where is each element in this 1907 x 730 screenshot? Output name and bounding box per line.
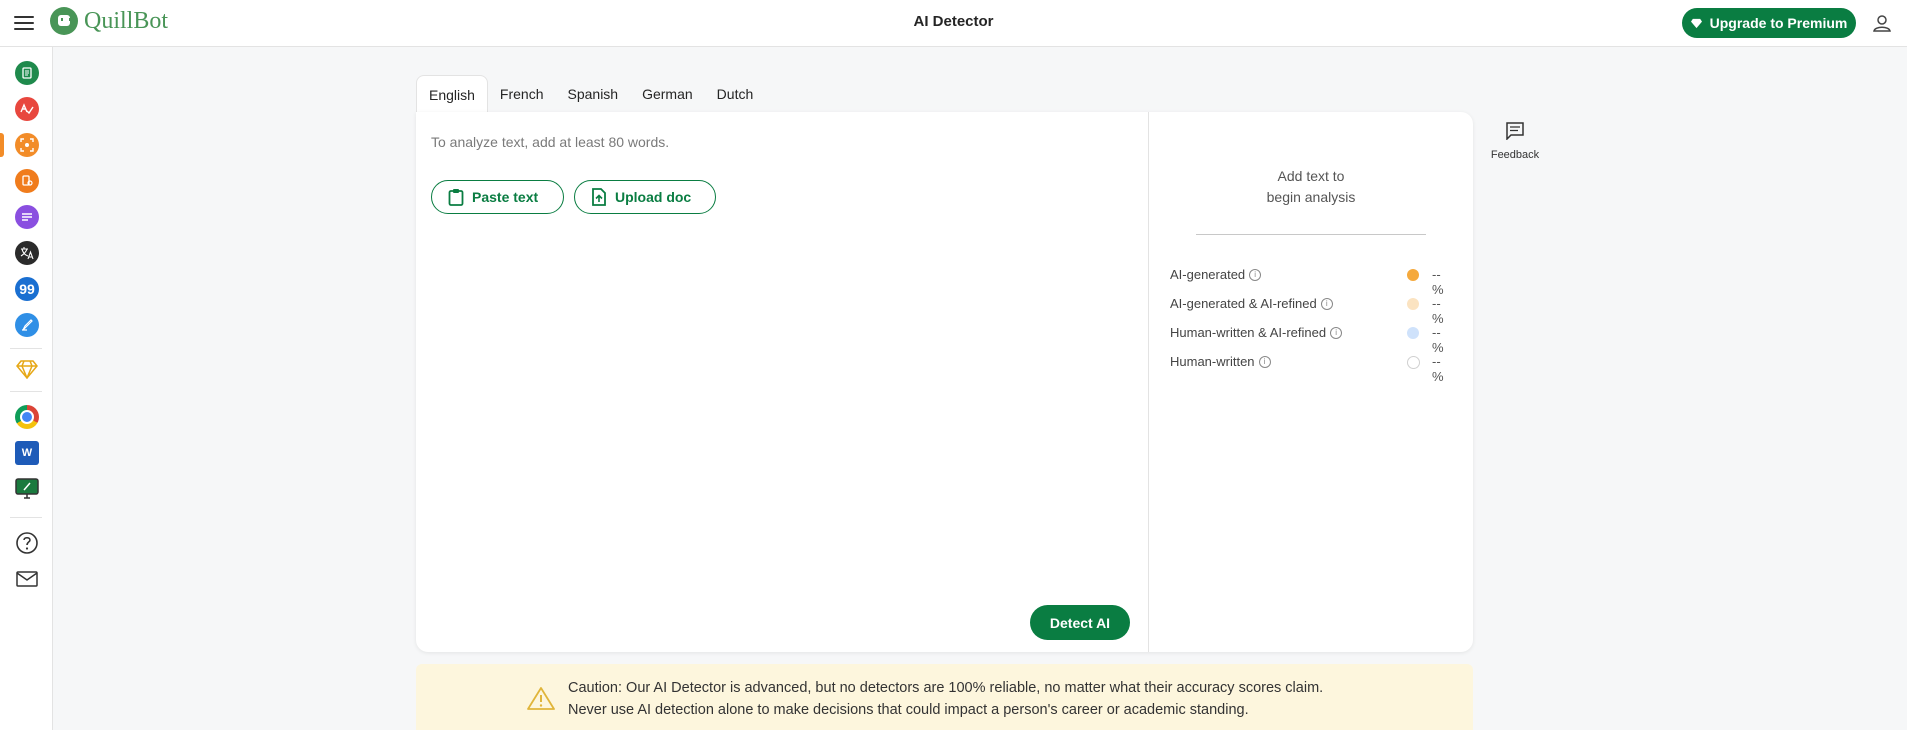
upload-doc-button[interactable]: Upload doc xyxy=(574,180,716,214)
sidebar-item-chrome-extension[interactable] xyxy=(15,405,39,429)
empty-analysis-message: Add text to begin analysis xyxy=(1149,166,1473,208)
help-icon xyxy=(16,532,38,554)
legend-row-ai-generated: AI-generated i --% xyxy=(1170,265,1452,297)
empty-message-line1: Add text to xyxy=(1277,168,1345,184)
tab-german[interactable]: German xyxy=(630,75,705,112)
quote-icon: 99 xyxy=(19,281,35,297)
legend-label: AI-generated xyxy=(1170,267,1246,282)
active-indicator xyxy=(0,133,4,157)
legend-label: Human-written xyxy=(1170,354,1255,369)
legend-dot xyxy=(1407,356,1420,369)
tools-sidebar: 99 W xyxy=(0,47,53,730)
lines-icon xyxy=(22,213,32,221)
text-editor[interactable]: To analyze text, add at least 80 words. … xyxy=(416,112,1149,652)
mail-icon xyxy=(16,571,38,587)
sidebar-item-help[interactable] xyxy=(15,531,39,555)
caution-line2: Never use AI detection alone to make dec… xyxy=(568,702,1249,718)
sidebar-item-paraphraser[interactable] xyxy=(15,61,39,85)
legend-percentage: --% xyxy=(1432,325,1444,355)
monitor-icon xyxy=(15,478,39,499)
sidebar-item-ai-writer[interactable] xyxy=(15,313,39,337)
word-icon: W xyxy=(21,446,33,459)
info-icon[interactable]: i xyxy=(1330,326,1343,339)
clipboard-icon xyxy=(448,189,464,206)
tab-spanish[interactable]: Spanish xyxy=(556,75,631,112)
check-icon xyxy=(20,103,34,115)
sidebar-item-citation-generator[interactable]: 99 xyxy=(15,277,39,301)
legend-percentage: --% xyxy=(1432,267,1444,297)
sidebar-divider xyxy=(10,391,42,392)
sidebar-item-word-addin[interactable]: W xyxy=(15,441,39,465)
legend-dot xyxy=(1407,269,1419,281)
sidebar-item-plagiarism-checker[interactable] xyxy=(15,169,39,193)
legend-dot xyxy=(1407,327,1419,339)
caution-text: Caution: Our AI Detector is advanced, bu… xyxy=(568,677,1323,721)
results-divider xyxy=(1196,234,1426,235)
legend-percentage: --% xyxy=(1432,354,1444,384)
legend-percentage: --% xyxy=(1432,296,1444,326)
detector-card: To analyze text, add at least 80 words. … xyxy=(416,112,1473,652)
top-header: QuillBot AI Detector Upgrade to Premium xyxy=(0,0,1907,47)
legend-label: AI-generated & AI-refined xyxy=(1170,296,1317,311)
chrome-icon xyxy=(20,410,34,424)
detect-ai-button[interactable]: Detect AI xyxy=(1030,605,1130,640)
legend-row-human-written: Human-written i --% xyxy=(1170,352,1452,384)
user-account-icon[interactable] xyxy=(1871,12,1893,34)
info-icon[interactable]: i xyxy=(1320,297,1333,310)
page-title: AI Detector xyxy=(913,13,994,30)
sidebar-item-premium[interactable] xyxy=(15,357,39,381)
scan-icon xyxy=(20,138,34,152)
sidebar-item-translator[interactable] xyxy=(15,241,39,265)
empty-message-line2: begin analysis xyxy=(1266,189,1356,205)
copy-icon xyxy=(22,175,33,186)
language-tabs: English French Spanish German Dutch xyxy=(416,75,766,114)
info-icon[interactable]: i xyxy=(1249,268,1262,281)
paste-text-button[interactable]: Paste text xyxy=(431,180,564,214)
legend-row-ai-refined: AI-generated & AI-refined i --% xyxy=(1170,294,1452,326)
legend-row-human-ai-refined: Human-written & AI-refined i --% xyxy=(1170,323,1452,355)
legend-dot xyxy=(1407,298,1419,310)
diamond-icon xyxy=(1690,18,1702,28)
tab-french[interactable]: French xyxy=(488,75,556,112)
sidebar-divider xyxy=(10,348,42,349)
upgrade-premium-button[interactable]: Upgrade to Premium xyxy=(1682,8,1856,38)
upload-file-icon xyxy=(592,188,606,206)
sidebar-divider xyxy=(10,517,42,518)
editor-placeholder: To analyze text, add at least 80 words. xyxy=(431,134,670,150)
document-icon xyxy=(22,67,32,79)
info-icon[interactable]: i xyxy=(1258,355,1271,368)
tab-english[interactable]: English xyxy=(416,75,488,114)
diamond-icon xyxy=(16,360,38,379)
translate-icon xyxy=(20,247,34,260)
warning-icon xyxy=(527,687,555,710)
upgrade-label: Upgrade to Premium xyxy=(1709,15,1848,31)
feedback-label: Feedback xyxy=(1490,149,1540,161)
paste-text-label: Paste text xyxy=(472,189,539,205)
results-panel: Add text to begin analysis AI-generated i… xyxy=(1149,112,1473,652)
caution-banner: Caution: Our AI Detector is advanced, bu… xyxy=(416,664,1473,730)
pen-icon xyxy=(22,319,33,331)
sidebar-item-summarizer[interactable] xyxy=(15,205,39,229)
sidebar-item-ai-detector[interactable] xyxy=(15,133,39,157)
caution-line1: Caution: Our AI Detector is advanced, bu… xyxy=(568,680,1324,696)
sidebar-item-desktop-app[interactable] xyxy=(15,477,39,501)
legend-label: Human-written & AI-refined xyxy=(1170,325,1327,340)
feedback-icon xyxy=(1506,122,1524,141)
tab-dutch[interactable]: Dutch xyxy=(705,75,766,112)
upload-doc-label: Upload doc xyxy=(615,189,692,205)
sidebar-item-grammar-checker[interactable] xyxy=(15,97,39,121)
feedback-button[interactable]: Feedback xyxy=(1486,122,1544,161)
sidebar-item-contact[interactable] xyxy=(15,567,39,591)
